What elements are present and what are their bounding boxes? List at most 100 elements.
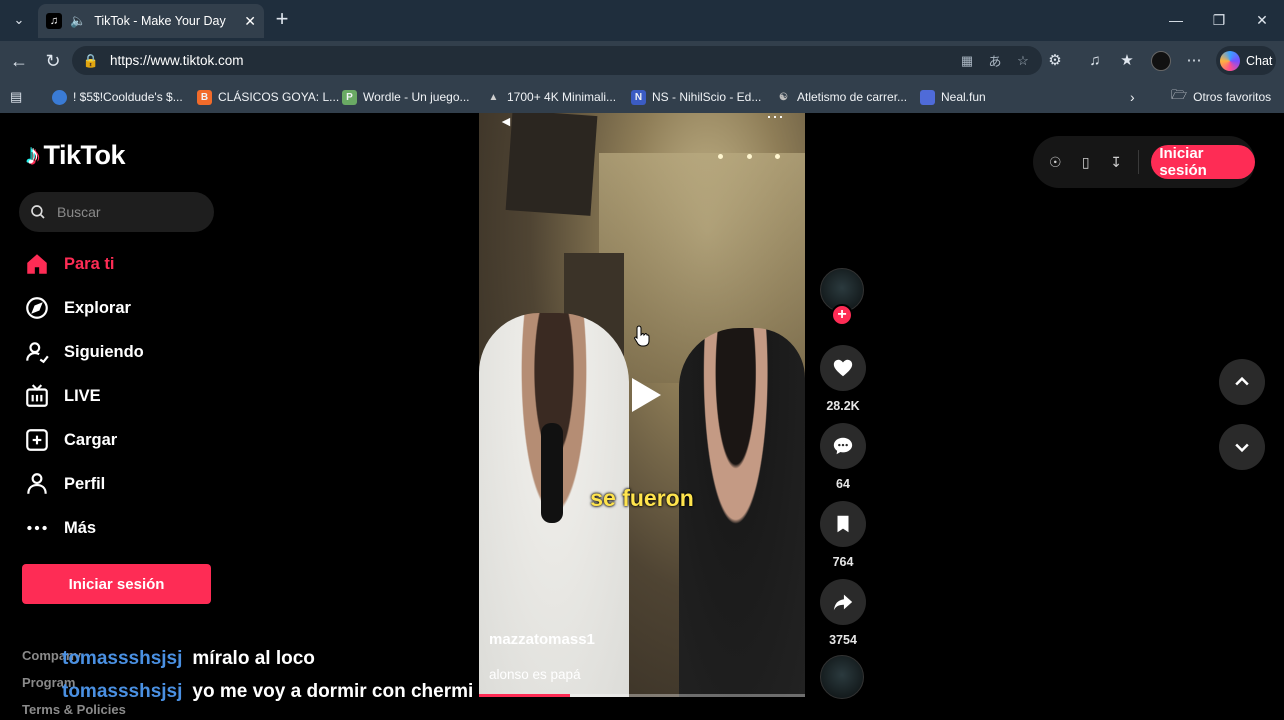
- favorite-star-icon[interactable]: ☆: [1014, 53, 1032, 69]
- browser-tab-active[interactable]: ♫ 🔈 TikTok - Make Your Day ✕: [38, 4, 264, 38]
- video-background-poster: [505, 113, 598, 216]
- back-arrow-icon[interactable]: ←: [6, 49, 32, 73]
- save-button[interactable]: [820, 501, 866, 547]
- nav-item-siguiendo[interactable]: Siguiendo: [24, 336, 144, 368]
- next-video-button[interactable]: [1219, 424, 1265, 470]
- tiktok-page: ♪ TikTok Buscar Para ti Explorar Siguien…: [4, 113, 1280, 720]
- play-icon[interactable]: [629, 376, 663, 414]
- video-progress-bar[interactable]: [479, 694, 805, 697]
- top-login-button[interactable]: Iniciar sesión: [1151, 145, 1256, 179]
- media-control-icon[interactable]: ♫: [1083, 49, 1107, 73]
- bookmark-item[interactable]: N NS - NihilScio - Ed...: [631, 87, 761, 107]
- settings-more-icon[interactable]: ⋯: [1182, 49, 1206, 73]
- site-info-lock-icon[interactable]: 🔒: [82, 53, 100, 69]
- favorites-icon[interactable]: ★: [1115, 49, 1139, 73]
- tab-list-chevron-icon[interactable]: ⌄: [6, 8, 32, 32]
- save-count: 764: [832, 555, 854, 569]
- video-light: [718, 154, 723, 159]
- chevron-down-icon: [1235, 443, 1249, 453]
- mute-speaker-icon[interactable]: ◄: [499, 113, 513, 129]
- chat-message: yo me voy a dormir con chermi: [192, 681, 474, 702]
- nav-label: Perfil: [64, 474, 106, 493]
- search-placeholder: Buscar: [57, 204, 101, 220]
- nav-item-mas[interactable]: Más: [24, 512, 96, 544]
- live-icon: [26, 384, 48, 407]
- profile-icon: [27, 473, 47, 494]
- search-input[interactable]: Buscar: [19, 192, 214, 232]
- copilot-chat-button[interactable]: Chat: [1216, 46, 1276, 75]
- nav-item-para-ti[interactable]: Para ti: [24, 248, 114, 280]
- browser-tab-bar: ⌄ ♫ 🔈 TikTok - Make Your Day ✕ + — ❐ ✕: [0, 0, 1284, 41]
- bookmark-item[interactable]: ▲ 1700+ 4K Minimali...: [486, 87, 617, 107]
- app-available-icon[interactable]: ▦: [958, 53, 976, 69]
- other-favorites-folder[interactable]: 🗁 Otros favoritos: [1171, 87, 1271, 107]
- video-author[interactable]: mazzatomass1: [489, 631, 595, 648]
- nav-item-explorar[interactable]: Explorar: [24, 292, 131, 324]
- bookmark-label: NS - NihilScio - Ed...: [652, 90, 762, 104]
- close-tab-icon[interactable]: ✕: [244, 13, 256, 30]
- video-person-right: [679, 328, 805, 697]
- upload-icon: [26, 429, 48, 451]
- bookmark-label: 1700+ 4K Minimali...: [507, 90, 617, 104]
- footer-link-terms[interactable]: Terms & Policies: [22, 702, 126, 717]
- tiktok-note-icon: ♪: [26, 139, 40, 170]
- download-icon[interactable]: ↧: [1108, 153, 1124, 171]
- reload-icon[interactable]: ↻: [40, 49, 66, 73]
- sound-disc-avatar[interactable]: [820, 655, 864, 699]
- toolbar-divider: [1138, 150, 1140, 174]
- chat-overlay-line: tomassshsjsj yo me voy a dormir con cherm…: [62, 681, 473, 703]
- previous-video-button[interactable]: [1219, 359, 1265, 405]
- top-right-toolbar: ☉ ▯ ↧ Iniciar sesión: [1033, 136, 1256, 188]
- bookmarks-bar: ▤ ! $5$!Cooldude's $... B CLÁSICOS GOYA: …: [0, 81, 1284, 113]
- bookmarks-overflow-chevron-icon[interactable]: ›: [1130, 87, 1135, 107]
- comment-button[interactable]: [820, 423, 866, 469]
- like-count: 28.2K: [826, 399, 860, 413]
- tiktok-logo[interactable]: ♪ TikTok: [26, 139, 126, 171]
- nav-label: Cargar: [64, 430, 118, 449]
- bookmark-item[interactable]: ! $5$!Cooldude's $...: [52, 87, 183, 107]
- bookmark-item[interactable]: Neal.fun: [920, 87, 986, 107]
- collections-icon[interactable]: ▤: [10, 87, 22, 107]
- bookmark-label: Atletismo de carrer...: [797, 90, 908, 104]
- bookmark-item[interactable]: P Wordle - Un juego...: [342, 87, 470, 107]
- restore-window-icon[interactable]: ❐: [1206, 8, 1232, 32]
- more-icon: [27, 525, 47, 531]
- bookmark-label: Neal.fun: [941, 90, 986, 104]
- video-player[interactable]: ◄ ⋯ se fueron mazzatomass1 alonso es pap…: [479, 113, 805, 697]
- new-tab-plus-icon[interactable]: +: [270, 8, 294, 32]
- speaker-icon[interactable]: 🔈: [70, 13, 86, 29]
- mouse-cursor-hand-icon: [634, 325, 650, 347]
- coin-compass-icon[interactable]: ☉: [1047, 153, 1063, 171]
- bookmark-item[interactable]: B CLÁSICOS GOYA: L...: [197, 87, 339, 107]
- video-more-options-icon[interactable]: ⋯: [766, 113, 784, 128]
- bookmark-item[interactable]: ☯ Atletismo de carrer...: [776, 87, 907, 107]
- bookmark-favicon-icon: N: [631, 89, 646, 105]
- minimize-window-icon[interactable]: —: [1163, 8, 1189, 32]
- address-bar[interactable]: 🔒 https://www.tiktok.com ▦ あ ☆: [72, 46, 1042, 75]
- nav-label: LIVE: [64, 386, 101, 405]
- address-url[interactable]: https://www.tiktok.com: [110, 53, 948, 68]
- extensions-puzzle-icon[interactable]: ⚙: [1043, 49, 1067, 73]
- comment-count: 64: [836, 477, 850, 491]
- chat-overlay-line: tomassshsjsj míralo al loco: [62, 648, 315, 670]
- login-button[interactable]: Iniciar sesión: [22, 564, 211, 604]
- bookmark-label: CLÁSICOS GOYA: L...: [218, 90, 340, 104]
- translate-icon[interactable]: あ: [986, 51, 1004, 70]
- nav-label: Siguiendo: [64, 342, 144, 361]
- share-button[interactable]: [820, 579, 866, 625]
- phone-app-icon[interactable]: ▯: [1077, 153, 1093, 171]
- follow-plus-icon[interactable]: +: [831, 304, 853, 326]
- chat-message: míralo al loco: [192, 648, 315, 669]
- bookmark-favicon-icon: B: [197, 89, 212, 105]
- bookmark-favicon-icon: ☯: [779, 91, 788, 103]
- nav-item-cargar[interactable]: Cargar: [24, 424, 117, 456]
- chat-username: tomassshsjsj: [62, 681, 183, 702]
- nav-item-perfil[interactable]: Perfil: [24, 468, 105, 500]
- close-window-icon[interactable]: ✕: [1249, 8, 1275, 32]
- bookmark-favicon-icon: ▲: [488, 91, 499, 103]
- nav-label: Explorar: [64, 298, 131, 317]
- nav-item-live[interactable]: LIVE: [24, 380, 101, 412]
- copilot-icon: [1220, 50, 1240, 71]
- profile-avatar-icon[interactable]: [1149, 49, 1173, 73]
- like-button[interactable]: [820, 345, 866, 391]
